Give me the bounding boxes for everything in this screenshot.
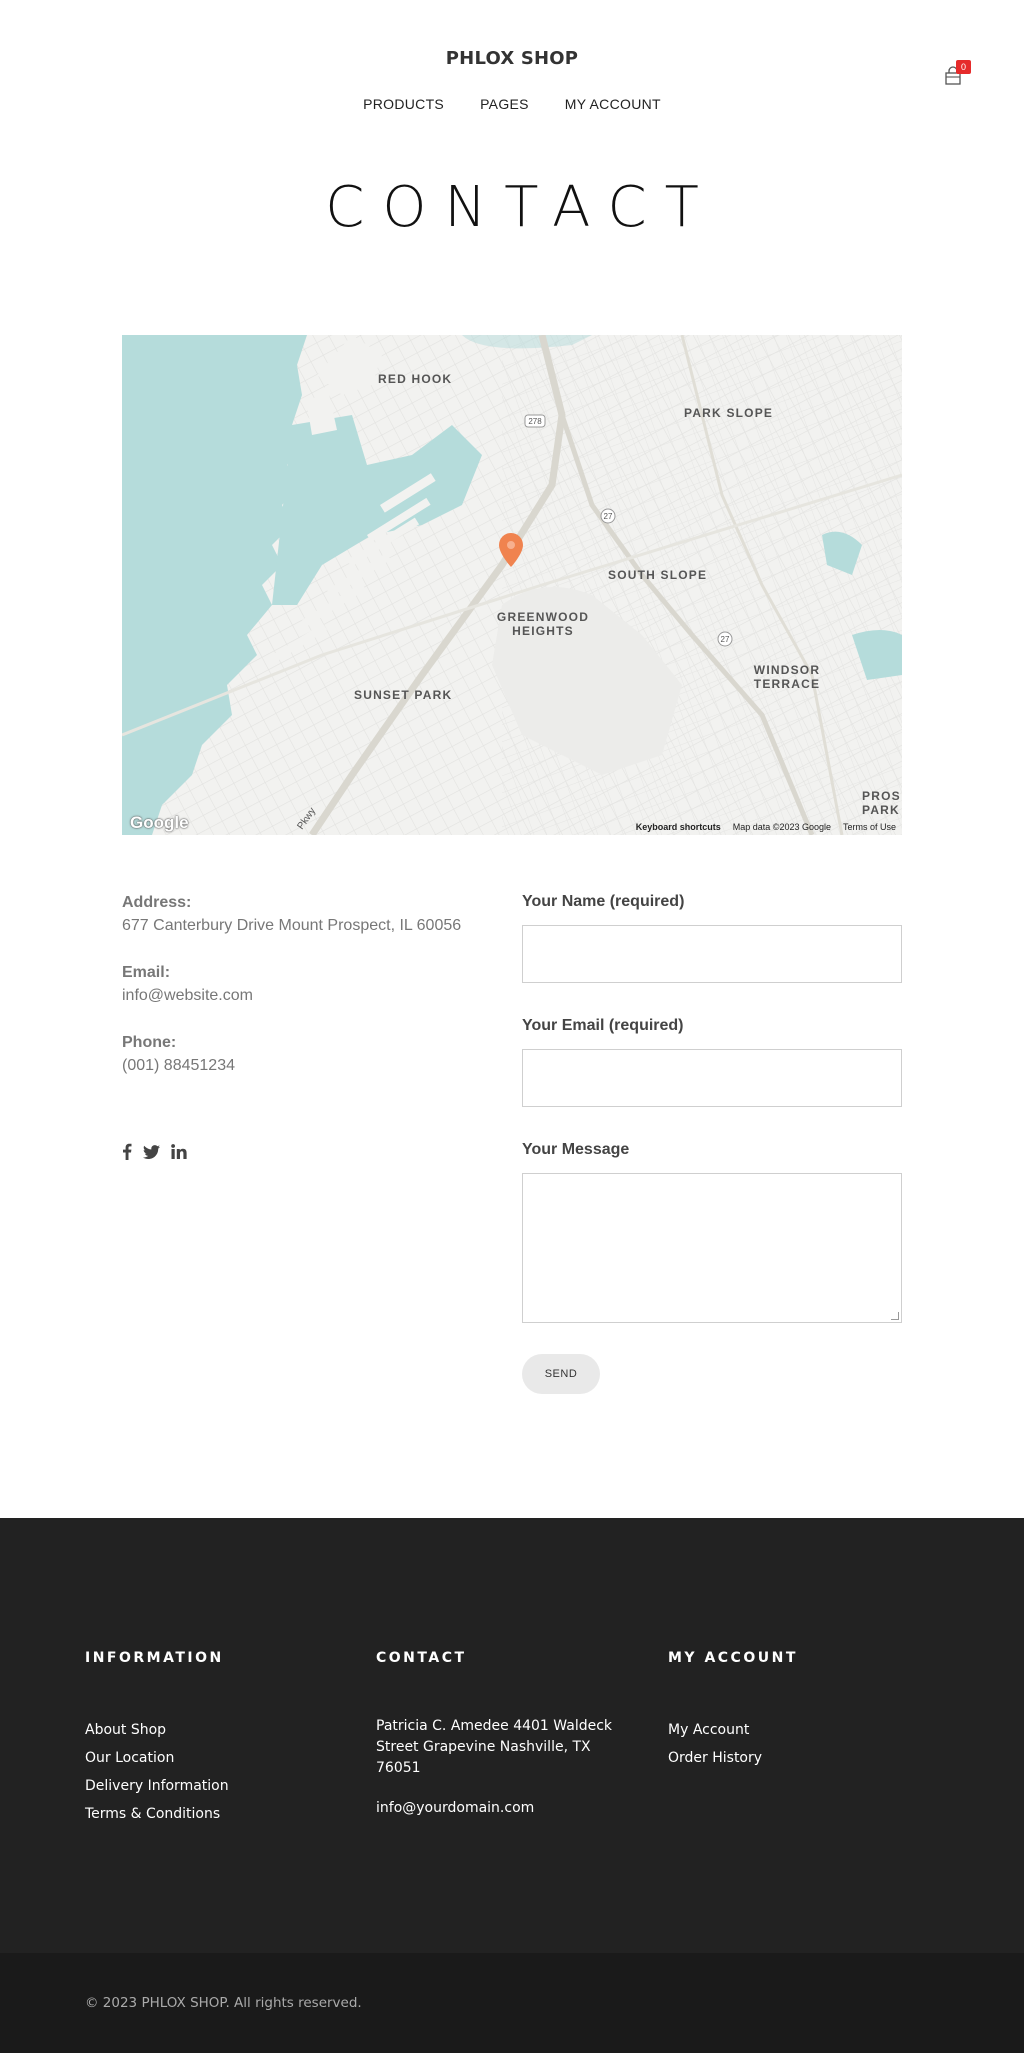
- cart-count-badge: 0: [956, 60, 971, 74]
- map-canvas: 278 27 27 Pkwy: [122, 335, 902, 835]
- route-shield: 27: [717, 631, 733, 647]
- message-field-label: Your Message: [522, 1141, 630, 1158]
- footer-information-links: About Shop Our Location Delivery Informa…: [85, 1716, 345, 1828]
- footer-link-delivery-information[interactable]: Delivery Information: [85, 1772, 345, 1800]
- svg-text:27: 27: [604, 512, 613, 521]
- footer-information: INFORMATION About Shop Our Location Deli…: [85, 1650, 345, 1828]
- footer-link-about-shop[interactable]: About Shop: [85, 1716, 345, 1744]
- email-block: Email: info@website.com: [122, 962, 482, 1008]
- site-footer: INFORMATION About Shop Our Location Deli…: [0, 1518, 1024, 1953]
- footer-link-order-history[interactable]: Order History: [668, 1744, 928, 1772]
- map-label-sunset-park: SUNSET PARK: [354, 688, 453, 702]
- name-field[interactable]: [522, 925, 902, 983]
- email-field-label: Your Email (required): [522, 1017, 684, 1034]
- footer-link-our-location[interactable]: Our Location: [85, 1744, 345, 1772]
- linkedin-icon[interactable]: [171, 1144, 187, 1164]
- footer-contact-email[interactable]: info@yourdomain.com: [376, 1800, 636, 1816]
- contact-info: Address: 677 Canterbury Drive Mount Pros…: [122, 892, 482, 1102]
- twitter-icon[interactable]: [143, 1144, 160, 1164]
- site-logo[interactable]: PHLOX SHOP: [0, 48, 1024, 69]
- svg-text:278: 278: [528, 417, 542, 426]
- footer-heading-contact: CONTACT: [376, 1650, 467, 1666]
- nav-products[interactable]: PRODUCTS: [363, 96, 444, 112]
- map-label-red-hook: RED HOOK: [378, 372, 453, 386]
- contact-form: Your Name (required) Your Email (require…: [522, 892, 902, 1394]
- route-shield: 278: [524, 414, 546, 428]
- facebook-icon[interactable]: [122, 1143, 132, 1165]
- footer-heading-information: INFORMATION: [85, 1650, 224, 1666]
- name-field-label: Your Name (required): [522, 893, 685, 910]
- map-data-credit: Map data ©2023 Google: [732, 822, 831, 832]
- email-label: Email:: [122, 964, 171, 981]
- cart-button[interactable]: 0: [944, 60, 971, 86]
- address-block: Address: 677 Canterbury Drive Mount Pros…: [122, 892, 482, 938]
- copyright-text: © 2023 PHLOX SHOP. All rights reserved.: [85, 1995, 362, 2011]
- map-keyboard-shortcuts[interactable]: Keyboard shortcuts: [636, 822, 721, 832]
- phone-label: Phone:: [122, 1034, 177, 1051]
- footer-account: MY ACCOUNT My Account Order History: [668, 1650, 928, 1772]
- email-value[interactable]: info@website.com: [122, 984, 482, 1008]
- map-attribution: Keyboard shortcuts Map data ©2023 Google…: [636, 822, 896, 832]
- footer-link-terms[interactable]: Terms & Conditions: [85, 1800, 345, 1828]
- google-map[interactable]: 278 27 27 Pkwy RED HOOK PARK SLOPE SOUTH…: [122, 335, 902, 835]
- footer-account-links: My Account Order History: [668, 1716, 928, 1772]
- route-shield: 27: [600, 508, 616, 524]
- email-field[interactable]: [522, 1049, 902, 1107]
- send-button[interactable]: SEND: [522, 1354, 600, 1394]
- social-links: [122, 1143, 187, 1165]
- site-header: PHLOX SHOP PRODUCTS PAGES MY ACCOUNT 0: [0, 0, 1024, 140]
- map-label-park-slope: PARK SLOPE: [684, 406, 774, 420]
- nav-pages[interactable]: PAGES: [480, 96, 529, 112]
- message-textarea[interactable]: [522, 1173, 902, 1323]
- footer-contact-address: Patricia C. Amedee 4401 Waldeck Street G…: [376, 1718, 613, 1776]
- main-nav: PRODUCTS PAGES MY ACCOUNT: [0, 96, 1024, 112]
- nav-my-account[interactable]: MY ACCOUNT: [565, 96, 661, 112]
- footer-heading-my-account: MY ACCOUNT: [668, 1650, 798, 1666]
- map-terms-link[interactable]: Terms of Use: [843, 822, 896, 832]
- footer-bottom-bar: © 2023 PHLOX SHOP. All rights reserved.: [0, 1953, 1024, 2053]
- address-value: 677 Canterbury Drive Mount Prospect, IL …: [122, 917, 462, 934]
- svg-text:27: 27: [721, 635, 730, 644]
- map-label-greenwood-heights: GREENWOOD HEIGHTS: [496, 610, 590, 638]
- map-label-prospect-park: PROS PARK: [862, 789, 901, 817]
- map-label-windsor-terrace: WINDSOR TERRACE: [753, 663, 821, 691]
- footer-link-my-account[interactable]: My Account: [668, 1716, 928, 1744]
- footer-contact: CONTACT Patricia C. Amedee 4401 Waldeck …: [376, 1650, 636, 1816]
- page-title: CONTACT: [325, 175, 717, 240]
- google-logo[interactable]: Google: [130, 813, 189, 833]
- phone-value: (001) 88451234: [122, 1057, 235, 1074]
- address-label: Address:: [122, 894, 192, 911]
- map-label-south-slope: SOUTH SLOPE: [608, 568, 708, 582]
- phone-block: Phone: (001) 88451234: [122, 1032, 482, 1078]
